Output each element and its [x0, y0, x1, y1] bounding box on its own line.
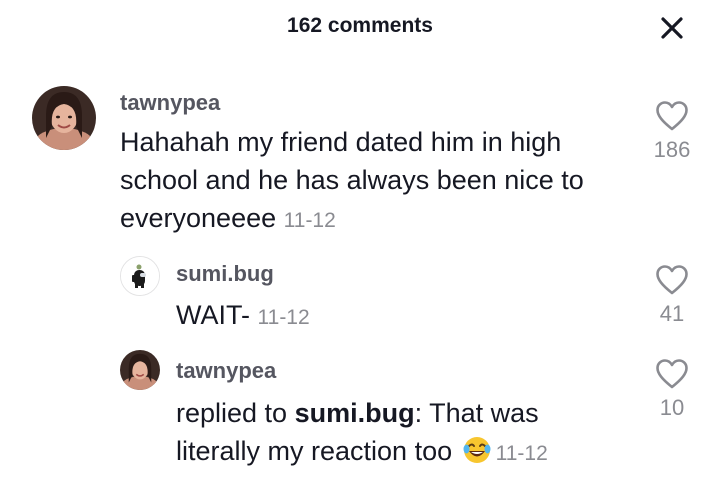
like-count: 41: [659, 301, 685, 326]
like-button[interactable]: 10: [637, 358, 707, 421]
comment-text: Hahahah my friend dated him in high scho…: [120, 127, 584, 233]
reply-username[interactable]: tawnypea: [176, 358, 276, 384]
heart-icon: [656, 101, 688, 131]
mention-link[interactable]: sumi.bug: [295, 398, 415, 428]
comments-count-title: 162 comments: [287, 14, 433, 37]
reply-text-block: replied to sumi.bug: That was literally …: [176, 394, 616, 475]
reply-item: sumi.bug WAIT- 11-12 41: [0, 252, 720, 342]
heart-icon: [656, 265, 688, 295]
tears-of-joy-emoji-icon: [462, 435, 492, 475]
reply-date: 11-12: [495, 442, 548, 465]
avatar[interactable]: [120, 256, 160, 296]
reply-text: WAIT-: [176, 300, 250, 330]
reply-username[interactable]: sumi.bug: [176, 261, 274, 287]
like-button[interactable]: 41: [637, 264, 707, 327]
comment-item: tawnypea Hahahah my friend dated him in …: [0, 80, 720, 240]
reply-prefix: replied to: [176, 398, 295, 428]
comments-header: 162 comments: [0, 0, 720, 56]
comment-username[interactable]: tawnypea: [120, 90, 220, 116]
avatar[interactable]: [120, 350, 160, 390]
like-count: 10: [659, 395, 685, 420]
comment-date: 11-12: [283, 209, 336, 232]
reply-item: tawnypea replied to sumi.bug: That was l…: [0, 348, 720, 478]
reply-text-block: WAIT- 11-12: [176, 296, 616, 337]
close-button[interactable]: [654, 10, 690, 46]
avatar[interactable]: [32, 86, 96, 150]
close-icon: [661, 17, 683, 39]
heart-icon: [656, 359, 688, 389]
like-button[interactable]: 186: [637, 100, 707, 163]
comment-text-block: Hahahah my friend dated him in high scho…: [120, 123, 620, 240]
like-count: 186: [653, 137, 691, 162]
reply-date: 11-12: [257, 306, 310, 329]
